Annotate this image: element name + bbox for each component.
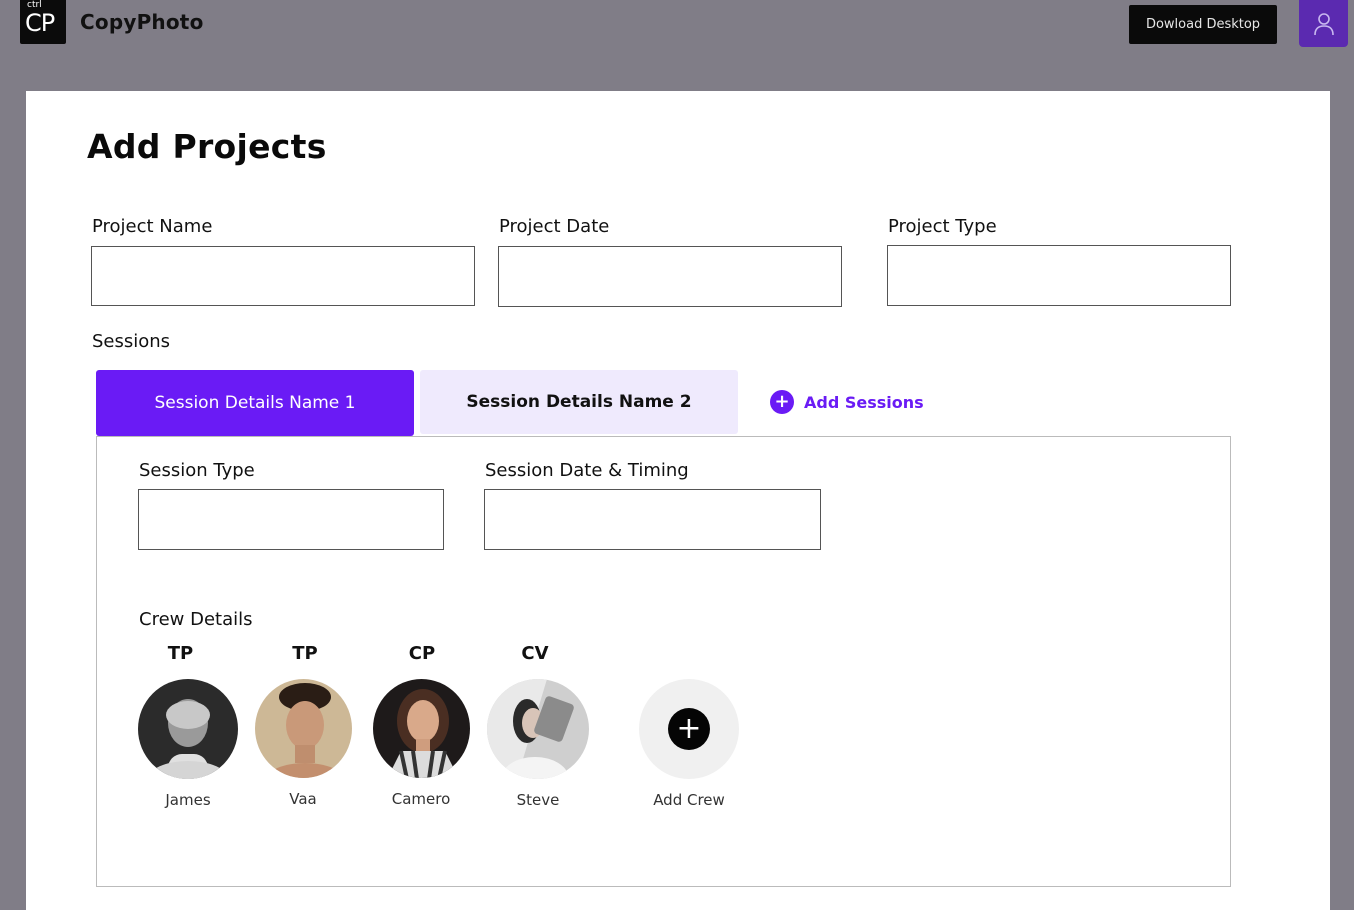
session-type-label: Session Type	[139, 460, 255, 481]
crew-name: James	[165, 791, 211, 809]
project-type-label: Project Type	[888, 216, 997, 237]
tab-session-2[interactable]: Session Details Name 2	[420, 370, 738, 434]
crew-member[interactable]: TP James	[133, 643, 243, 809]
crew-details-label: Crew Details	[139, 609, 253, 630]
user-profile-button[interactable]	[1299, 0, 1348, 47]
avatar	[487, 679, 589, 779]
page-title: Add Projects	[87, 127, 327, 166]
crew-member[interactable]: TP Vaa	[248, 643, 358, 808]
avatar	[254, 679, 352, 778]
project-name-label: Project Name	[92, 216, 213, 237]
add-sessions-button[interactable]: + Add Sessions	[770, 388, 924, 416]
avatar	[138, 679, 238, 779]
project-date-label: Project Date	[499, 216, 610, 237]
tab-session-2-label: Session Details Name 2	[466, 392, 692, 412]
add-crew-label: Add Crew	[653, 791, 725, 809]
crew-role: TP	[167, 643, 194, 664]
crew-member[interactable]: CV Steve	[483, 643, 593, 809]
plus-icon: +	[668, 708, 710, 750]
tab-session-1-label: Session Details Name 1	[154, 393, 356, 413]
tab-session-1[interactable]: Session Details Name 1	[96, 370, 414, 436]
crew-name: Vaa	[289, 790, 317, 808]
project-name-input[interactable]	[91, 246, 475, 306]
app-logo[interactable]: ctrl CP	[20, 0, 66, 44]
crew-role: TP	[292, 643, 318, 664]
crew-name: Steve	[516, 791, 560, 809]
avatar	[372, 679, 470, 778]
sessions-label: Sessions	[92, 331, 171, 352]
app-title: CopyPhoto	[80, 10, 204, 34]
session-details-panel: Session Type Session Date & Timing Crew …	[96, 436, 1231, 887]
user-icon	[1313, 12, 1334, 35]
download-desktop-button[interactable]: Dowload Desktop	[1129, 5, 1277, 44]
crew-role: CP	[408, 643, 436, 664]
project-date-input[interactable]	[498, 246, 842, 307]
add-crew-circle[interactable]: +	[639, 679, 739, 779]
session-date-input[interactable]	[484, 489, 821, 550]
project-type-input[interactable]	[887, 245, 1231, 306]
add-sessions-label: Add Sessions	[804, 392, 924, 412]
add-crew-button[interactable]: + Add Crew	[634, 643, 744, 809]
plus-circle-icon: +	[770, 390, 794, 414]
crew-role: CV	[521, 643, 549, 664]
session-date-label: Session Date & Timing	[485, 460, 689, 481]
crew-member[interactable]: CP Camero	[366, 643, 476, 808]
logo-big-text: CP	[25, 9, 55, 37]
crew-name: Camero	[391, 790, 451, 808]
session-type-input[interactable]	[138, 489, 444, 550]
add-project-card: Add Projects Project Name Project Date P…	[26, 91, 1330, 910]
